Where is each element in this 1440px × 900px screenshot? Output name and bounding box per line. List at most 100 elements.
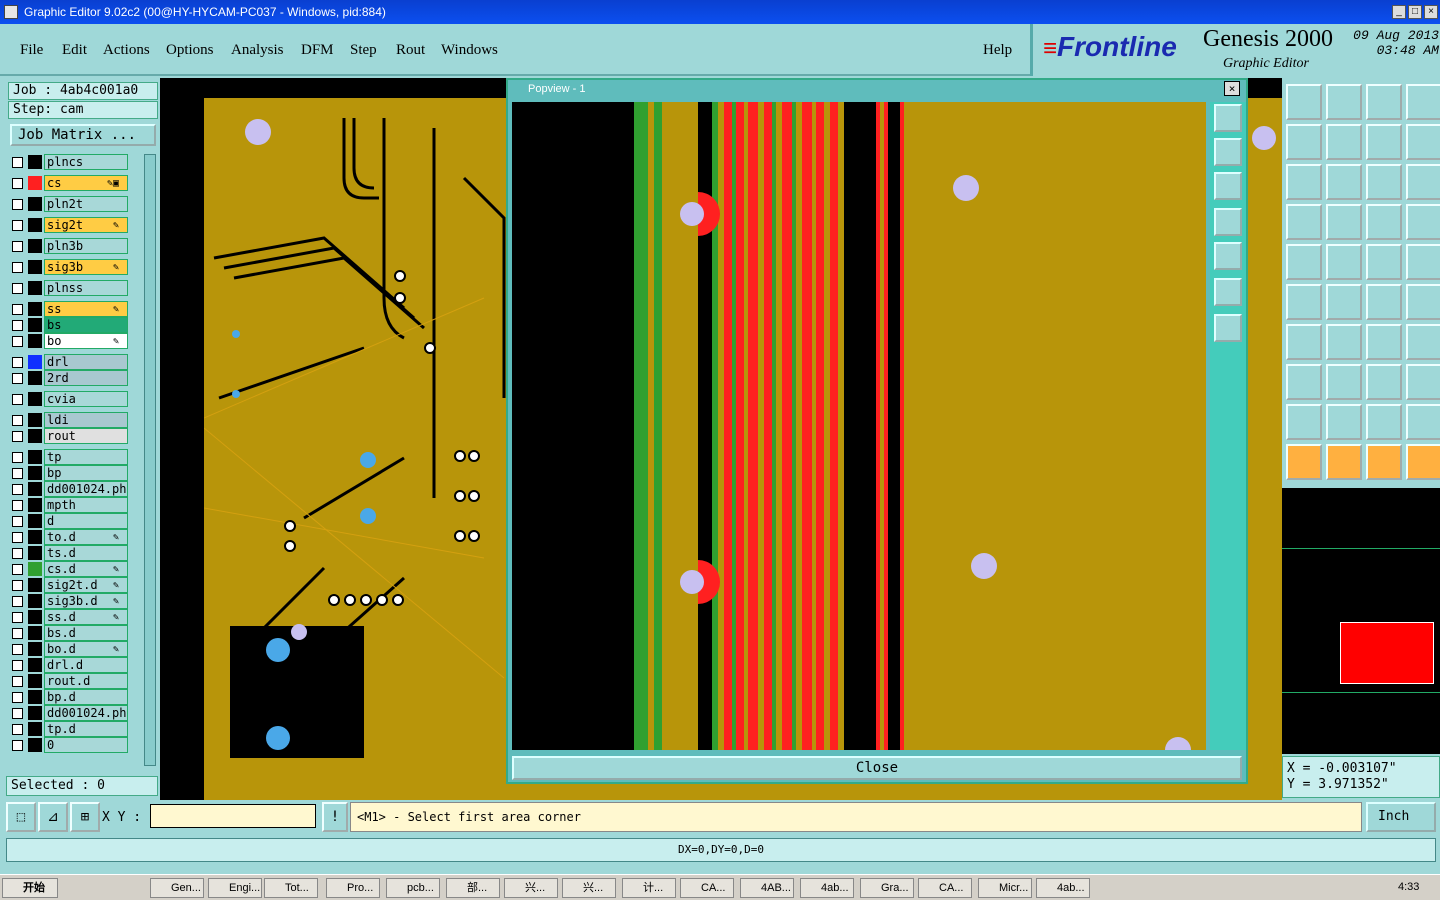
layer-name[interactable]: tp.d <box>44 721 128 737</box>
scale-icon[interactable] <box>1366 164 1402 200</box>
popview-close-icon[interactable]: × <box>1224 81 1240 96</box>
grid-icon[interactable]: ⊞ <box>70 802 100 832</box>
layer-checkbox[interactable] <box>12 532 23 543</box>
layer-name[interactable]: bo ✎ <box>44 333 128 349</box>
pan-right-icon[interactable] <box>1326 124 1362 160</box>
mini-view-window[interactable] <box>1340 622 1434 684</box>
taskbar-item[interactable]: Tot... <box>264 878 318 898</box>
layer-row[interactable]: dd001024.pho <box>10 481 134 497</box>
layer-row[interactable]: bp.d <box>10 689 134 705</box>
layer-name[interactable]: 2rd <box>44 370 128 386</box>
layer-row[interactable]: drl <box>10 354 134 370</box>
layer-name[interactable]: bs <box>44 317 128 333</box>
triangle-1-icon[interactable] <box>1286 404 1322 440</box>
popview-close-button[interactable]: Close <box>512 756 1242 780</box>
layer-name[interactable]: plncs <box>44 154 128 170</box>
layer-checkbox[interactable] <box>12 708 23 719</box>
layer-checkbox[interactable] <box>12 394 23 405</box>
layer-checkbox[interactable] <box>12 628 23 639</box>
layer-row[interactable]: ts.d <box>10 545 134 561</box>
layer-name[interactable]: 0 <box>44 737 128 753</box>
layer-name[interactable]: dd001024.pho <box>44 481 128 497</box>
arc-icon[interactable] <box>1366 284 1402 320</box>
taskbar-item[interactable]: 4ab... <box>1036 878 1090 898</box>
layer-checkbox[interactable] <box>12 357 23 368</box>
layer-name[interactable]: ldi <box>44 412 128 428</box>
menu-file[interactable]: File <box>20 42 43 59</box>
layer-row[interactable]: ldi <box>10 412 134 428</box>
pointer-3-icon[interactable] <box>1366 444 1402 480</box>
layer-row[interactable]: sig3b ✎ <box>10 259 134 275</box>
popview-viewport[interactable] <box>512 102 1206 750</box>
layer-checkbox[interactable] <box>12 644 23 655</box>
triangle-3-icon[interactable] <box>1366 404 1402 440</box>
layer-checkbox[interactable] <box>12 336 23 347</box>
layer-row[interactable]: bs <box>10 317 134 333</box>
minimize-button[interactable]: _ <box>1392 5 1406 19</box>
layer-name[interactable]: mpth <box>44 497 128 513</box>
edit-up-icon[interactable] <box>1286 84 1322 120</box>
layer-name[interactable]: sig3b ✎ <box>44 259 128 275</box>
mirror-icon[interactable] <box>1406 324 1440 360</box>
layer-row[interactable]: sig2t ✎ <box>10 217 134 233</box>
layer-name[interactable]: drl <box>44 354 128 370</box>
layer-checkbox[interactable] <box>12 220 23 231</box>
triangle-2-icon[interactable] <box>1326 404 1362 440</box>
menu-dfm[interactable]: DFM <box>301 42 334 59</box>
popview-zoom-icon[interactable] <box>1214 104 1242 132</box>
menu-options[interactable]: Options <box>166 42 214 59</box>
layer-checkbox[interactable] <box>12 548 23 559</box>
taskbar-item[interactable]: Engi... <box>208 878 262 898</box>
layer-scrollbar[interactable] <box>144 154 156 766</box>
info-icon[interactable]: ! <box>322 802 348 832</box>
layer-name[interactable]: d <box>44 513 128 529</box>
xy-input[interactable] <box>150 804 316 828</box>
layer-checkbox[interactable] <box>12 516 23 527</box>
pointer-2-icon[interactable] <box>1326 444 1362 480</box>
layer-checkbox[interactable] <box>12 262 23 273</box>
layer-row[interactable]: tp.d <box>10 721 134 737</box>
taskbar-item[interactable]: pcb... <box>386 878 440 898</box>
maximize-button[interactable]: □ <box>1408 5 1422 19</box>
pointer-1-icon[interactable] <box>1286 444 1322 480</box>
popview-pan-up-icon[interactable] <box>1214 138 1242 166</box>
menu-edit[interactable]: Edit <box>62 42 87 59</box>
layer-row[interactable]: bs.d <box>10 625 134 641</box>
layer-name[interactable]: ss ✎ <box>44 301 128 317</box>
measure-icon[interactable]: ⊿ <box>38 802 68 832</box>
layer-checkbox[interactable] <box>12 740 23 751</box>
layer-row[interactable]: 0 <box>10 737 134 753</box>
layer-name[interactable]: bs.d <box>44 625 128 641</box>
layer-row[interactable]: rout.d <box>10 673 134 689</box>
menu-actions[interactable]: Actions <box>103 42 150 59</box>
layer-row[interactable]: plnss <box>10 280 134 296</box>
panel-icon[interactable] <box>1406 84 1440 120</box>
layer-checkbox[interactable] <box>12 724 23 735</box>
layer-name[interactable]: bo.d ✎ <box>44 641 128 657</box>
layer-row[interactable]: tp <box>10 449 134 465</box>
popview-pan-left-icon[interactable] <box>1214 208 1242 236</box>
layer-checkbox[interactable] <box>12 157 23 168</box>
units-selector[interactable]: Inch <box>1366 802 1436 832</box>
menu-rout[interactable]: Rout <box>396 42 425 59</box>
layer-name[interactable]: rout <box>44 428 128 444</box>
layer-name[interactable]: sig3b.d ✎ <box>44 593 128 609</box>
layer-name[interactable]: sig2t.d ✎ <box>44 577 128 593</box>
home-icon[interactable] <box>1366 84 1402 120</box>
layer-name[interactable]: drl.d <box>44 657 128 673</box>
layer-row[interactable]: pln2t <box>10 196 134 212</box>
layer-row[interactable]: bo.d ✎ <box>10 641 134 657</box>
layer-row[interactable]: rout <box>10 428 134 444</box>
layer-name[interactable]: dd001024.pho <box>44 705 128 721</box>
mini-view[interactable] <box>1282 488 1440 754</box>
layer-checkbox[interactable] <box>12 612 23 623</box>
join-icon[interactable] <box>1406 364 1440 400</box>
measure-line-icon[interactable] <box>1326 324 1362 360</box>
popview-center-icon[interactable] <box>1214 314 1242 342</box>
layer-checkbox[interactable] <box>12 692 23 703</box>
layer-name[interactable]: pln3b <box>44 238 128 254</box>
layer-name[interactable]: plnss <box>44 280 128 296</box>
layer-checkbox[interactable] <box>12 373 23 384</box>
layer-checkbox[interactable] <box>12 241 23 252</box>
layer-name[interactable]: cs ✎▣ <box>44 175 128 191</box>
